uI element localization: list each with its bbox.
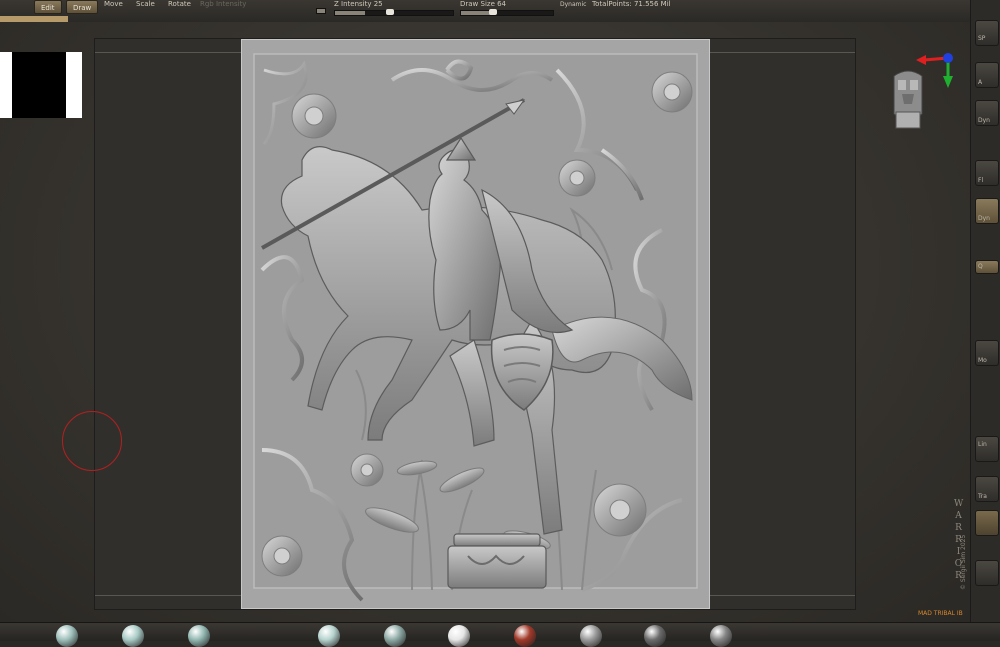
move-button[interactable]: Move [104,0,123,9]
material-tray [0,622,1000,641]
draw-size-knob[interactable] [489,9,497,15]
shelf-button-dynamic[interactable]: Dyn [975,100,999,126]
material-matcap-mint-icon[interactable] [318,625,340,647]
material-matcap-grey-icon[interactable] [384,625,406,647]
material-white-cavity-icon[interactable] [448,625,470,647]
shelf-button-quick[interactable]: Q [975,260,999,274]
gizmo-x-arrow-icon [916,55,926,65]
artist-credit: © Sergii Sim 2025 [960,534,967,590]
shelf-button-dynamic-persp[interactable]: Dyn [975,198,999,224]
material-basic-grey-icon[interactable] [580,625,602,647]
draw-size-label: Draw Size 64 [460,0,507,8]
shelf-button-floor[interactable]: Fl [975,160,999,186]
relief-sculpture [242,40,709,608]
z-intensity-slider[interactable] [334,9,454,16]
brush-cursor [62,411,122,471]
material-steel-icon[interactable] [710,625,732,647]
shelf-button-xpose[interactable] [975,560,999,586]
shelf-button-transp[interactable]: Tra [975,476,999,502]
color-swatch[interactable] [0,52,82,118]
shelf-button-actual[interactable]: A [975,62,999,88]
right-shelf: SP A Dyn Fl Dyn Q Mo Lin Tra [970,0,1000,640]
z-intensity-knob[interactable] [386,9,394,15]
draw-button[interactable]: Draw [66,0,99,14]
shelf-button-line-fill[interactable]: Lin [975,436,999,462]
material-dark-grey-icon[interactable] [644,625,666,647]
head-orientation-icon [893,70,923,129]
material-matcap-teal-2-icon[interactable] [188,625,210,647]
navigation-gizmo[interactable] [886,46,966,136]
top-toolbar: Edit Draw Move Scale Rotate Rgb Intensit… [0,0,1000,23]
shelf-button-solo[interactable] [975,510,999,536]
gizmo-y-arrow-icon [943,76,953,88]
gizmo-z-icon [943,53,953,63]
shelf-button-spotlight[interactable]: SP [975,20,999,46]
dynamic-toggle[interactable]: Dynamic [560,0,586,9]
plinth [447,533,547,589]
material-red-wax-icon[interactable] [514,625,536,647]
relief-model[interactable] [241,39,710,609]
material-matcap-teal-icon[interactable] [122,625,144,647]
shelf-button-move[interactable]: Mo [975,340,999,366]
draw-size-slider[interactable] [460,9,554,16]
edit-button[interactable]: Edit [34,0,62,14]
watermark-note: MAD TRIBAL IB [918,610,963,617]
material-skin-shade-icon[interactable] [56,625,78,647]
rgb-intensity-label: Rgb Intensity [200,0,247,8]
scale-button[interactable]: Scale [136,0,155,9]
rgb-intensity-slider[interactable] [316,8,326,14]
rotate-button[interactable]: Rotate [168,0,191,9]
z-intensity-label: Z Intensity 25 [334,0,383,8]
total-points-readout: TotalPoints: 71.556 Mil [592,0,671,8]
